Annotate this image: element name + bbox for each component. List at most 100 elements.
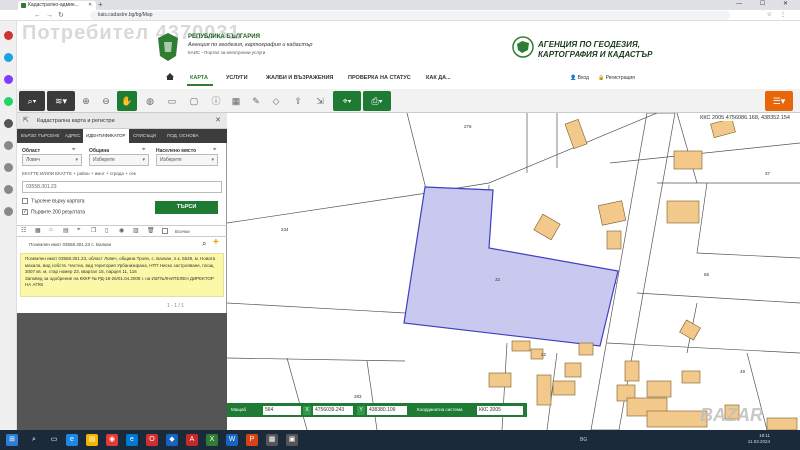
building[interactable]: [564, 119, 588, 149]
building[interactable]: [646, 410, 708, 428]
building[interactable]: [606, 230, 622, 250]
nav-how-to[interactable]: КАК ДА...: [426, 72, 451, 84]
edge-icon[interactable]: e: [126, 434, 138, 446]
sidebar-app-icon[interactable]: [4, 207, 13, 216]
grid-icon[interactable]: ▦: [35, 227, 41, 234]
building[interactable]: [679, 319, 701, 341]
tab-lists[interactable]: СПИСЪЦИ: [133, 129, 156, 143]
export-button[interactable]: ⇲: [311, 91, 329, 111]
coord-system-select[interactable]: ККС 2005: [477, 406, 523, 415]
building[interactable]: [564, 362, 582, 378]
tab-base[interactable]: ПОД. ОСНОВА: [167, 129, 199, 143]
place-select[interactable]: Изберете ▾: [156, 154, 218, 166]
window-controls[interactable]: — ☐ ✕: [736, 0, 796, 7]
url-field[interactable]: kais.cadastre.bg/bg/Map: [90, 11, 730, 20]
sidebar-app-icon[interactable]: [4, 119, 13, 128]
zoom-in-button[interactable]: ⊕: [77, 91, 95, 111]
home-icon[interactable]: ⌂: [49, 227, 53, 233]
taskbar-app-icon[interactable]: ▦: [266, 434, 278, 446]
building[interactable]: [536, 374, 552, 406]
info-button[interactable]: ⓘ: [207, 91, 225, 111]
building[interactable]: [710, 118, 736, 138]
select-button[interactable]: ▭: [163, 91, 181, 111]
register-link[interactable]: 🔒 Регистрация: [598, 75, 635, 81]
panel-pin-icon[interactable]: ⇱: [23, 117, 29, 125]
table-icon[interactable]: ▤: [63, 227, 69, 234]
trash-icon[interactable]: 🗑: [147, 227, 155, 234]
basket-button[interactable]: ☰▾: [765, 91, 793, 111]
add-to-basket-icon[interactable]: +: [213, 237, 219, 248]
taskbar-app-icon[interactable]: ◆: [166, 434, 178, 446]
building[interactable]: [511, 340, 531, 352]
selected-parcel[interactable]: [403, 186, 619, 347]
tab-identifier[interactable]: ИДЕНТИФИКАТОР: [83, 129, 129, 143]
first-200-checkbox[interactable]: ✓ Първите 200 резултата: [22, 209, 85, 215]
nav-map[interactable]: КАРТА: [190, 72, 208, 84]
clear-button[interactable]: ◇: [267, 91, 285, 111]
sidebar-app-icon[interactable]: [4, 185, 13, 194]
list-icon[interactable]: ☷: [21, 227, 26, 234]
measure-button[interactable]: ▦: [227, 91, 245, 111]
task-view-icon[interactable]: ▭: [48, 434, 60, 446]
excel-icon[interactable]: X: [206, 434, 218, 446]
nav-services[interactable]: УСЛУГИ: [226, 72, 248, 84]
taskbar-app-icon[interactable]: ▣: [286, 434, 298, 446]
zoom-to-result-icon[interactable]: ⌕: [202, 239, 206, 249]
search-on-map-checkbox[interactable]: Търсене върху картата: [22, 198, 85, 204]
result-title[interactable]: Поземлен имот 03558.301.23 с. Балкан: [17, 239, 227, 251]
nav-status-check[interactable]: ПРОВЕРКА НА СТАТУС: [348, 72, 411, 84]
building[interactable]: [533, 213, 561, 241]
language-indicator[interactable]: BG: [580, 437, 587, 443]
building[interactable]: [681, 370, 701, 384]
building[interactable]: [552, 380, 576, 396]
chart-icon[interactable]: ▥: [133, 227, 139, 234]
scale-input[interactable]: 564: [263, 406, 301, 415]
eye-icon[interactable]: ◉: [119, 227, 124, 234]
login-link[interactable]: 👤 Вход: [570, 75, 589, 81]
system-clock[interactable]: 18:11 11.03.2024: [748, 433, 770, 445]
draw-button[interactable]: ✎: [247, 91, 265, 111]
pan-button[interactable]: ✋: [117, 91, 137, 111]
location-icon[interactable]: ⌖: [77, 227, 80, 234]
building[interactable]: [578, 342, 594, 356]
full-extent-button[interactable]: ◍: [141, 91, 159, 111]
file-explorer-icon[interactable]: ▤: [86, 434, 98, 446]
building[interactable]: [597, 200, 627, 226]
nav-complaints[interactable]: ЖАЛБИ И ВЪЗРАЖЕНИЯ: [266, 72, 333, 84]
sidebar-app-icon[interactable]: [4, 141, 13, 150]
x-coordinate-field[interactable]: 4756039.243: [313, 406, 353, 415]
building[interactable]: [666, 200, 700, 224]
obshtina-select[interactable]: Изберете ▾: [89, 154, 149, 166]
sidebar-app-icon[interactable]: [4, 53, 13, 62]
building[interactable]: [488, 372, 512, 388]
panel-close-icon[interactable]: ✕: [215, 113, 221, 129]
pdf-icon[interactable]: A: [186, 434, 198, 446]
building[interactable]: [624, 360, 640, 382]
tab-close-icon[interactable]: ✕: [88, 2, 92, 8]
y-coordinate-field[interactable]: 438380.109: [367, 406, 407, 415]
layers-button[interactable]: ≋▾: [47, 91, 75, 111]
oblast-select[interactable]: Ловеч ▾: [22, 154, 82, 166]
building[interactable]: [673, 150, 703, 170]
select-area-button[interactable]: ▢: [185, 91, 203, 111]
doc-icon[interactable]: ▯: [105, 227, 108, 234]
home-icon[interactable]: [166, 73, 174, 80]
print-button[interactable]: ⎙▾: [363, 91, 391, 111]
new-tab-icon[interactable]: +: [98, 0, 103, 9]
cadastral-map[interactable]: 276 234 32 22 283 56 37 49 ККС 2005 4756…: [227, 113, 800, 430]
tab-quick-search[interactable]: БЪРЗО ТЪРСЕНЕ: [21, 129, 59, 143]
result-pager[interactable]: 1 - 1 / 1: [167, 303, 184, 309]
powerpoint-icon[interactable]: P: [246, 434, 258, 446]
browser-menu-icons[interactable]: ☆⋮: [767, 10, 794, 21]
copy-icon[interactable]: ❐: [91, 227, 96, 234]
building[interactable]: [646, 380, 672, 398]
browser-tab[interactable]: Кадастрално-админ...: [18, 1, 96, 10]
location-button[interactable]: ⌖▾: [333, 91, 361, 111]
word-icon[interactable]: W: [226, 434, 238, 446]
building[interactable]: [766, 417, 798, 430]
opera-icon[interactable]: O: [146, 434, 158, 446]
taskbar-app-icon[interactable]: e: [66, 434, 78, 446]
search-button[interactable]: ТЪРСИ: [155, 201, 218, 214]
windows-start-icon[interactable]: ⊞: [6, 434, 18, 446]
map-canvas[interactable]: 276 234 32 22 283 56 37 49: [227, 113, 800, 430]
